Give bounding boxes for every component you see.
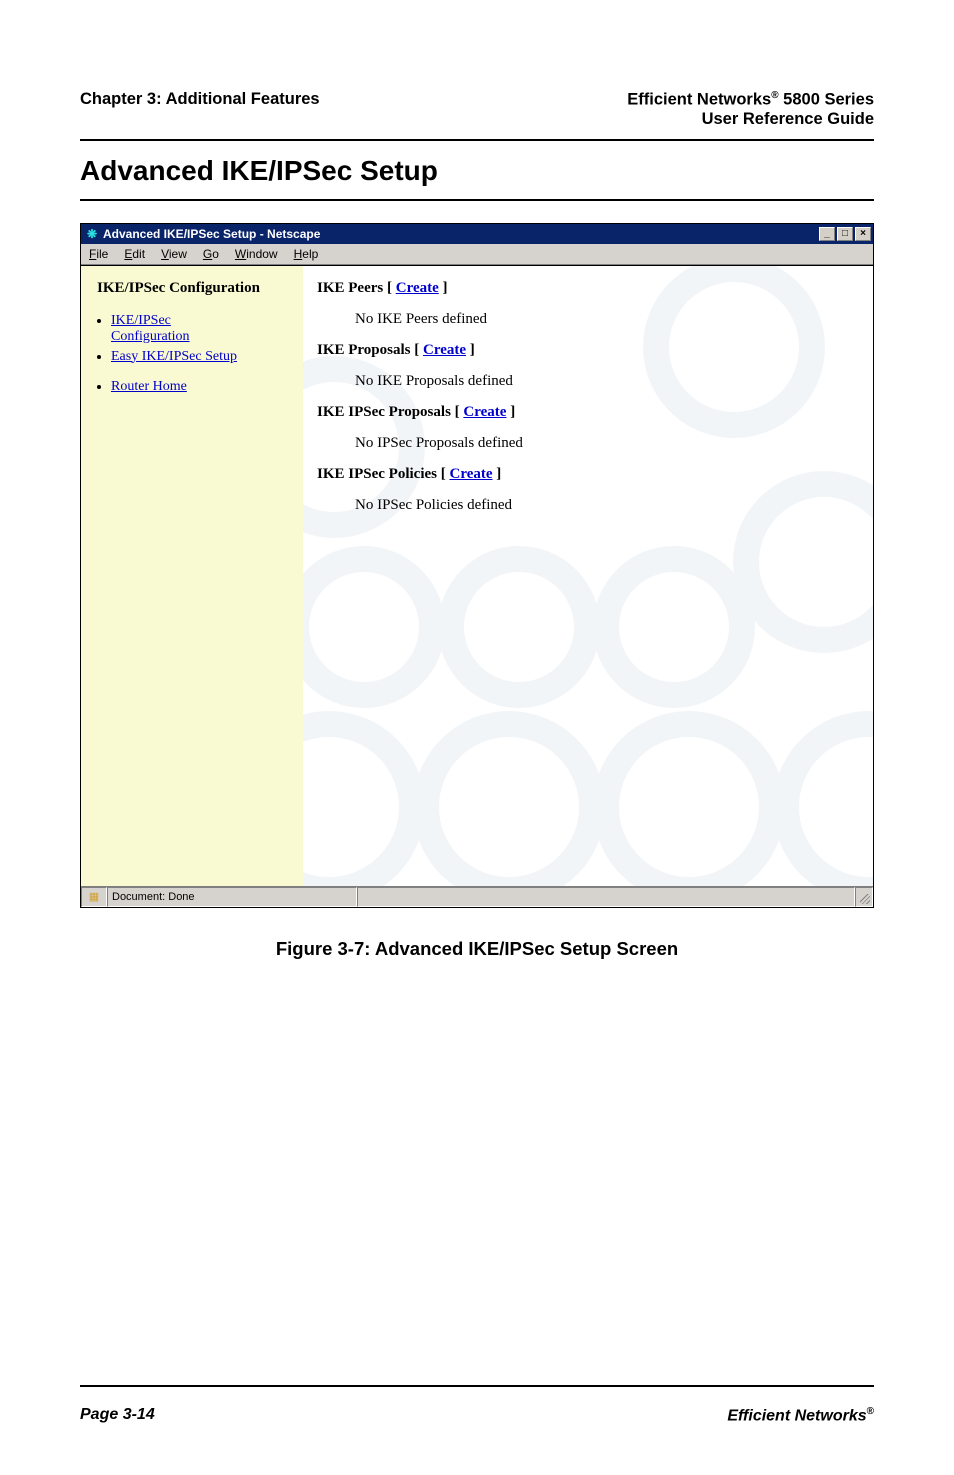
window-buttons: _ □ × [819, 227, 871, 241]
create-link-ipsec-proposals[interactable]: Create [463, 404, 506, 420]
menu-window-underline: W [235, 247, 246, 261]
body-ipsec-policies: No IPSec Policies defined [317, 497, 863, 514]
sidebar-item-ike-ipsec-config: IKE/IPSec Configuration [111, 313, 291, 345]
maximize-button[interactable]: □ [837, 227, 853, 241]
netscape-window: ❋ Advanced IKE/IPSec Setup - Netscape _ … [80, 223, 874, 908]
sidebar-item-easy-setup: Easy IKE/IPSec Setup [111, 349, 291, 365]
window-titlebar: ❋ Advanced IKE/IPSec Setup - Netscape _ … [81, 224, 873, 244]
main-inner: IKE Peers [ Create ] No IKE Peers define… [303, 266, 873, 514]
body-ike-peers: No IKE Peers defined [317, 311, 863, 328]
heading-prefix: IKE IPSec Policies [ [317, 466, 449, 482]
footer-left: Page 3-14 [80, 1406, 155, 1425]
footer-right-text: Efficient Networks [727, 1407, 866, 1424]
watermark-swirl [303, 711, 425, 886]
header-right-line2: User Reference Guide [702, 110, 874, 128]
sidebar-list-2: Router Home [97, 379, 291, 395]
header-left: Chapter 3: Additional Features [80, 90, 320, 109]
watermark-swirl [593, 711, 785, 886]
section-heading-ike-peers: IKE Peers [ Create ] [317, 280, 863, 297]
menu-file[interactable]: File [81, 247, 116, 261]
registered-mark: ® [867, 1406, 874, 1417]
section-heading-ipsec-policies: IKE IPSec Policies [ Create ] [317, 466, 863, 483]
section-title: Advanced IKE/IPSec Setup [80, 155, 874, 187]
heading-prefix: IKE Proposals [ [317, 342, 423, 358]
resize-grip[interactable] [855, 887, 873, 907]
sidebar-label: IKE/IPSec [111, 313, 171, 328]
menu-view[interactable]: View [153, 247, 195, 261]
watermark-swirl [593, 546, 755, 708]
sidebar-list: IKE/IPSec Configuration Easy IKE/IPSec S… [97, 313, 291, 365]
header-right-line1b: 5800 Series [779, 91, 874, 109]
header-rule [80, 139, 874, 141]
status-icon: ▦ [81, 887, 107, 907]
section-heading-ike-proposals: IKE Proposals [ Create ] [317, 342, 863, 359]
menu-window[interactable]: Window [227, 247, 286, 261]
heading-suffix: ] [506, 404, 515, 420]
header-right: Efficient Networks® 5800 Series User Ref… [627, 90, 874, 129]
figure-caption: Figure 3-7: Advanced IKE/IPSec Setup Scr… [80, 938, 874, 960]
heading-prefix: IKE Peers [ [317, 280, 396, 296]
close-button[interactable]: × [855, 227, 871, 241]
create-link-ike-proposals[interactable]: Create [423, 342, 466, 358]
main-panel: IKE Peers [ Create ] No IKE Peers define… [303, 266, 873, 886]
netscape-icon: ❋ [85, 227, 99, 241]
registered-mark: ® [771, 90, 778, 101]
create-link-ipsec-policies[interactable]: Create [449, 466, 492, 482]
content-area: IKE/IPSec Configuration IKE/IPSec Config… [81, 265, 873, 886]
body-ipsec-proposals: No IPSec Proposals defined [317, 435, 863, 452]
sidebar-item-router-home: Router Home [111, 379, 291, 395]
sidebar-label: Configuration [111, 329, 190, 344]
minimize-button[interactable]: _ [819, 227, 835, 241]
menu-edit-underline: E [124, 247, 132, 261]
watermark-swirl [413, 711, 605, 886]
header-right-line1a: Efficient Networks [627, 91, 771, 109]
status-fill [357, 887, 855, 907]
watermark-swirl [773, 711, 873, 886]
sidebar-link-easy-setup[interactable]: Easy IKE/IPSec Setup [111, 349, 237, 364]
page-header: Chapter 3: Additional Features Efficient… [80, 90, 874, 129]
watermark-swirl [438, 546, 600, 708]
sidebar: IKE/IPSec Configuration IKE/IPSec Config… [81, 266, 303, 886]
heading-suffix: ] [466, 342, 475, 358]
menu-help[interactable]: Help [286, 247, 327, 261]
heading-suffix: ] [493, 466, 502, 482]
sidebar-title: IKE/IPSec Configuration [97, 280, 291, 297]
status-bar: ▦ Document: Done [81, 886, 873, 907]
status-message: Document: Done [107, 887, 357, 907]
heading-prefix: IKE IPSec Proposals [ [317, 404, 463, 420]
footer-right: Efficient Networks® [727, 1406, 874, 1425]
heading-suffix: ] [439, 280, 448, 296]
menu-go-underline: G [203, 247, 212, 261]
window-title: Advanced IKE/IPSec Setup - Netscape [103, 227, 819, 241]
menu-file-underline: F [89, 247, 96, 261]
menu-bar: File Edit View Go Window Help [81, 244, 873, 265]
menu-view-underline: V [161, 247, 169, 261]
watermark-swirl [303, 546, 445, 708]
section-heading-ipsec-proposals: IKE IPSec Proposals [ Create ] [317, 404, 863, 421]
create-link-ike-peers[interactable]: Create [396, 280, 439, 296]
page-footer: Page 3-14 Efficient Networks® [80, 1406, 874, 1425]
sidebar-link-ike-ipsec[interactable]: IKE/IPSec Configuration [111, 313, 190, 344]
menu-help-underline: H [294, 247, 303, 261]
footer-rule [80, 1385, 874, 1387]
sidebar-link-router-home[interactable]: Router Home [111, 379, 187, 394]
menu-edit[interactable]: Edit [116, 247, 153, 261]
body-ike-proposals: No IKE Proposals defined [317, 373, 863, 390]
menu-go[interactable]: Go [195, 247, 227, 261]
section-rule [80, 199, 874, 201]
